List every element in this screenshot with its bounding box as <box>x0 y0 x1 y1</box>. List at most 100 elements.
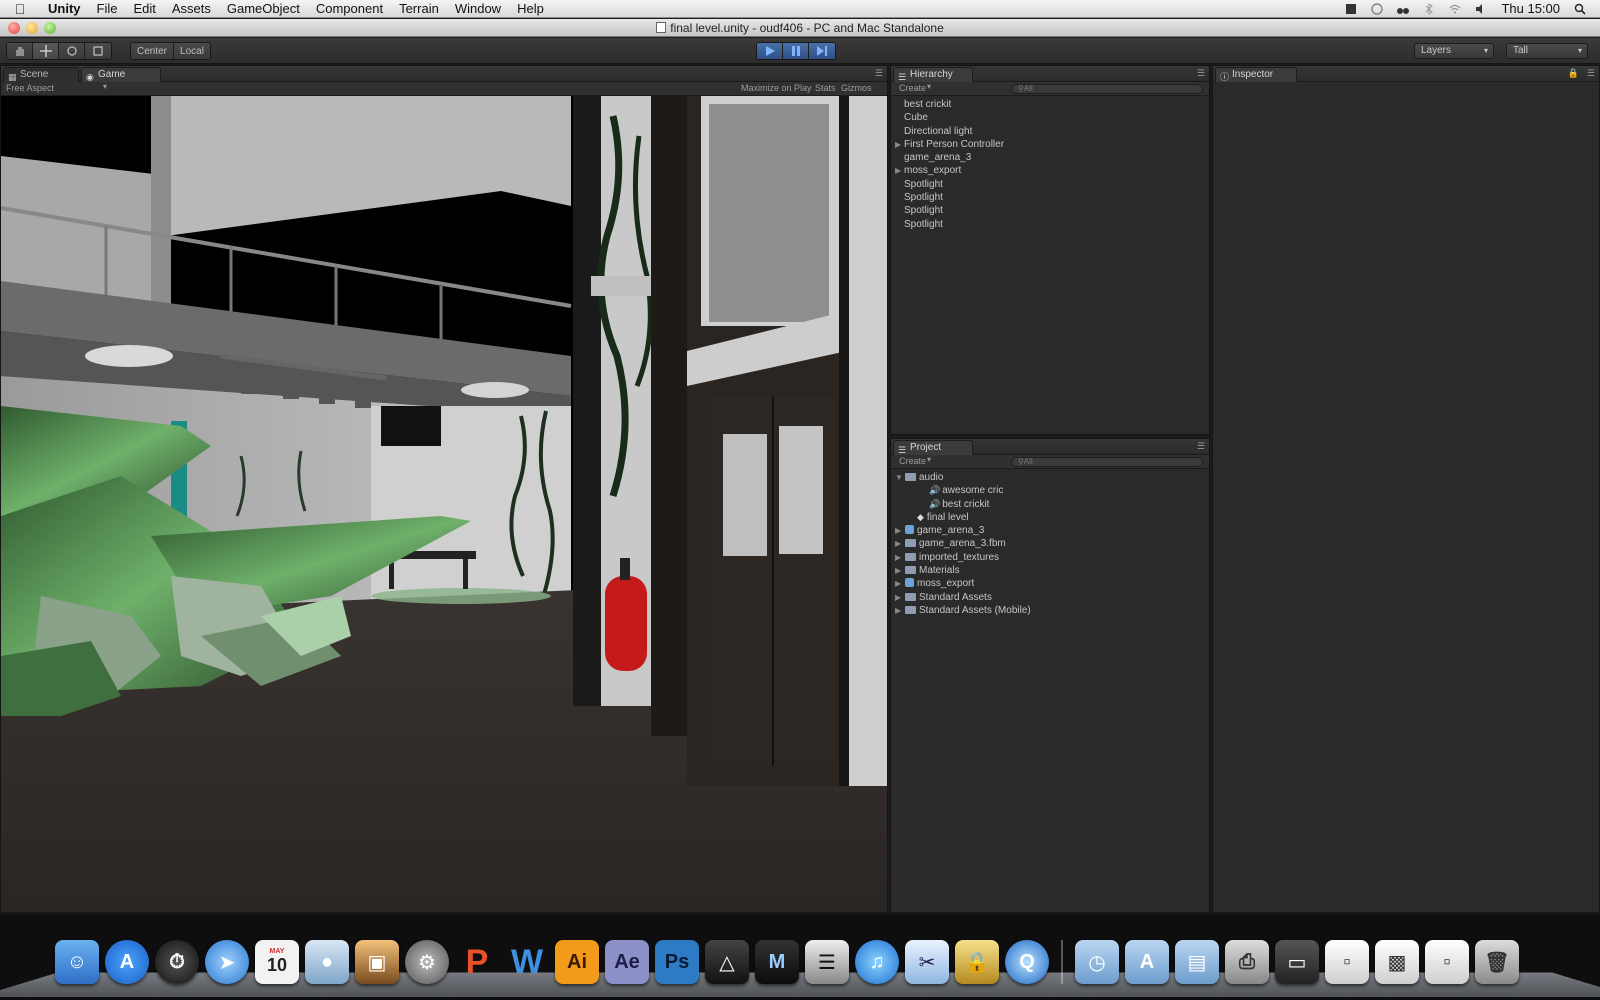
quicktime-icon[interactable]: Q <box>1005 940 1049 984</box>
word-icon[interactable]: W <box>505 940 549 984</box>
applications-folder-icon[interactable]: A <box>1125 940 1169 984</box>
maya-icon[interactable]: M <box>755 940 799 984</box>
iphoto-icon[interactable]: ● <box>305 940 349 984</box>
layout-dropdown[interactable]: Tall ▾ <box>1506 43 1588 59</box>
step-button[interactable] <box>809 43 835 59</box>
volume-icon[interactable] <box>1475 3 1487 15</box>
expand-arrow-icon[interactable]: ▼ <box>895 471 903 484</box>
project-item[interactable]: 🔊 best crickit <box>891 498 1209 511</box>
tab-hierarchy[interactable]: ☰ Hierarchy <box>893 67 973 82</box>
project-item[interactable]: ▶ game_arena_3 <box>891 524 1209 537</box>
tab-inspector[interactable]: ⓘ Inspector <box>1215 67 1297 82</box>
folder-icon[interactable]: ◷ <box>1075 940 1119 984</box>
project-item[interactable]: ▶ moss_export <box>891 577 1209 590</box>
illustrator-icon[interactable]: Ai <box>555 940 599 984</box>
pivot-center-button[interactable]: Center <box>131 43 175 59</box>
safari-icon[interactable]: ➤ <box>205 940 249 984</box>
hierarchy-item[interactable]: Cube <box>891 111 1209 124</box>
expand-arrow-icon[interactable]: ▶ <box>895 164 901 177</box>
lock-icon[interactable]: 🔒 <box>1568 68 1579 79</box>
stats-toggle[interactable]: Stats <box>815 83 836 93</box>
layers-dropdown[interactable]: Layers ▾ <box>1414 43 1494 59</box>
trash-icon[interactable]: 🗑 <box>1475 940 1519 984</box>
unity-icon[interactable]: △ <box>705 940 749 984</box>
panel-options-icon[interactable]: ☰ <box>875 68 883 79</box>
window-zoom-button[interactable] <box>44 22 56 34</box>
expand-arrow-icon[interactable]: ▶ <box>895 577 901 590</box>
pause-button[interactable] <box>783 43 809 59</box>
powerpoint-icon[interactable]: P <box>455 940 499 984</box>
panel-options-icon[interactable]: ☰ <box>1587 68 1595 79</box>
project-search-input[interactable]: ⚲All <box>1011 457 1203 467</box>
spotlight-search-icon[interactable] <box>1574 3 1586 15</box>
hierarchy-item[interactable]: ▶ First Person Controller <box>891 138 1209 151</box>
hierarchy-search-input[interactable]: ⚲All <box>1011 84 1203 94</box>
hand-tool-button[interactable] <box>7 43 33 59</box>
panel-options-icon[interactable]: ☰ <box>1197 441 1205 452</box>
ical-icon[interactable]: MAY 10 <box>255 940 299 984</box>
after-effects-icon[interactable]: Ae <box>605 940 649 984</box>
hierarchy-item[interactable]: game_arena_3 <box>891 151 1209 164</box>
maximize-on-play-toggle[interactable]: Maximize on Play <box>741 83 812 93</box>
app-store-icon[interactable]: A <box>105 940 149 984</box>
clapperboard-icon[interactable]: ☰ <box>805 940 849 984</box>
menu-file[interactable]: File <box>89 0 126 18</box>
menu-help[interactable]: Help <box>509 0 552 18</box>
project-item[interactable]: ▶ Materials <box>891 564 1209 577</box>
move-tool-button[interactable] <box>33 43 59 59</box>
documents-folder-icon[interactable]: ▤ <box>1175 940 1219 984</box>
document-stack-icon[interactable]: ▫ <box>1325 940 1369 984</box>
printer-icon[interactable]: ⎙ <box>1225 940 1269 984</box>
hierarchy-item[interactable]: ▶ moss_export <box>891 164 1209 177</box>
project-item[interactable]: ◆ final level <box>891 511 1209 524</box>
time-machine-icon[interactable] <box>1371 2 1384 15</box>
keychain-icon[interactable]: 🔒 <box>955 940 999 984</box>
expand-arrow-icon[interactable]: ▶ <box>895 604 901 617</box>
menu-edit[interactable]: Edit <box>125 0 163 18</box>
hierarchy-item[interactable]: Spotlight <box>891 204 1209 217</box>
project-item[interactable]: ▶ imported_textures <box>891 551 1209 564</box>
window-minimize-button[interactable] <box>26 22 38 34</box>
pivot-local-button[interactable]: Local <box>174 43 210 59</box>
menu-unity[interactable]: Unity <box>40 0 89 18</box>
hierarchy-item[interactable]: Directional light <box>891 125 1209 138</box>
wifi-icon[interactable] <box>1449 3 1461 15</box>
expand-arrow-icon[interactable]: ▶ <box>895 537 901 550</box>
bluetooth-icon[interactable] <box>1423 2 1435 15</box>
rotate-tool-button[interactable] <box>59 43 85 59</box>
tab-game[interactable]: ◉ Game <box>81 67 161 82</box>
system-preferences-icon[interactable]: ⚙ <box>405 940 449 984</box>
hierarchy-create-dropdown[interactable]: Create <box>899 83 926 93</box>
project-item[interactable]: ▶ Standard Assets <box>891 591 1209 604</box>
gizmos-toggle[interactable]: Gizmos <box>841 83 872 93</box>
expand-arrow-icon[interactable]: ▶ <box>895 551 901 564</box>
menu-assets[interactable]: Assets <box>164 0 219 18</box>
scale-tool-button[interactable] <box>85 43 111 59</box>
menu-component[interactable]: Component <box>308 0 391 18</box>
preview-icon[interactable]: ▣ <box>355 940 399 984</box>
screen-sharing-icon[interactable]: ▭ <box>1275 940 1319 984</box>
hierarchy-item[interactable]: Spotlight <box>891 191 1209 204</box>
expand-arrow-icon[interactable]: ▶ <box>895 138 901 151</box>
binoculars-icon[interactable] <box>1397 3 1410 15</box>
tab-project[interactable]: ☰ Project <box>893 440 973 455</box>
window-close-button[interactable] <box>8 22 20 34</box>
pdf-stack-icon[interactable]: ▫ <box>1425 940 1469 984</box>
play-button[interactable] <box>757 43 783 59</box>
project-item[interactable]: ▶ game_arena_3.fbm <box>891 537 1209 550</box>
expand-arrow-icon[interactable]: ▶ <box>895 564 901 577</box>
expand-arrow-icon[interactable]: ▶ <box>895 591 901 604</box>
dropbox-status-icon[interactable] <box>1345 3 1357 15</box>
project-create-dropdown[interactable]: Create <box>899 456 926 466</box>
aspect-dropdown[interactable]: Free Aspect <box>6 83 54 93</box>
expand-arrow-icon[interactable]: ▶ <box>895 524 901 537</box>
grab-icon[interactable]: ✂ <box>905 940 949 984</box>
menu-window[interactable]: Window <box>447 0 509 18</box>
menubar-clock[interactable]: Thu 15:00 <box>1501 1 1560 16</box>
menu-gameobject[interactable]: GameObject <box>219 0 308 18</box>
project-item[interactable]: ▶ Standard Assets (Mobile) <box>891 604 1209 617</box>
apple-menu-icon[interactable]:  <box>0 1 40 17</box>
hierarchy-item[interactable]: Spotlight <box>891 218 1209 231</box>
game-viewport[interactable] <box>1 96 887 912</box>
hierarchy-item[interactable]: Spotlight <box>891 178 1209 191</box>
